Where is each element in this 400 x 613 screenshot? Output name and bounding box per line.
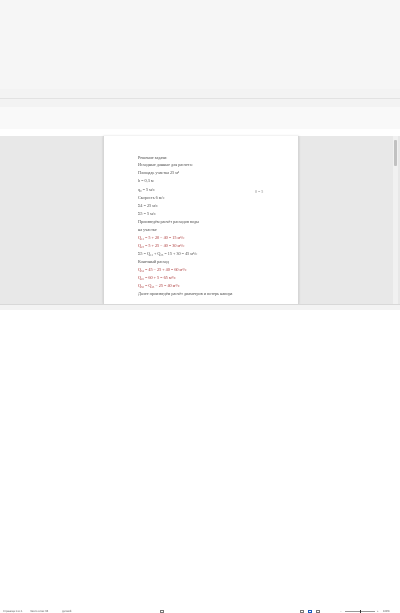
title-bar: Документ1 - Word Поиск Вход ×	[0, 89, 400, 186]
doc-line-8: Σ5 = 5 м/с	[138, 211, 156, 216]
doc-line-7: Σ4 = 25 м/с	[138, 203, 158, 208]
doc-line-10: на участке	[138, 227, 157, 232]
doc-line-13: Σ5 = Q₁₂ + Q₂₃ = 15 + 30 = 45 м³/с	[138, 251, 198, 256]
side-note: 0 = 5	[255, 189, 264, 194]
doc-line-15: Q₃₄ = 45 − 25 + 40 = 60 м³/с	[138, 267, 187, 272]
doc-line-2: Исходные данные для расчета:	[138, 162, 193, 167]
doc-line-9: Произведём расчёт расходов воды	[138, 219, 199, 224]
doc-line-6: Скорость 6 м/с	[138, 195, 165, 200]
doc-line-5: q₀ = 5 м/с	[138, 187, 155, 192]
desktop-top-area	[0, 0, 400, 90]
doc-line-11: Q₁₂ = 5 + 20 − 40 = 15 м³/с	[138, 235, 185, 240]
scrollbar-thumb[interactable]	[394, 140, 397, 166]
doc-line-17: Q₅₆ = Q₄₅ − 25 = 40 м³/с	[138, 283, 180, 288]
doc-line-16: Q₄₅ = 60 + 5 = 65 м³/с	[138, 275, 176, 280]
desktop-bottom-area	[0, 310, 400, 400]
doc-line-14: Конечный расход	[138, 259, 169, 264]
doc-line-1: Решение задачи:	[138, 155, 168, 160]
doc-line-18: Далее произведём расчёт диаметров и поте…	[138, 291, 233, 296]
ribbon-home: Вставить Times New Roman 14 Ж К Ч Обычны…	[0, 107, 400, 234]
doc-line-4: h = 0,3 м	[138, 178, 154, 183]
doc-line-12: Q₂₃ = 5 + 25 − 40 = 30 м³/с	[138, 243, 185, 248]
doc-line-3: Площадь участка 25 м²	[138, 170, 180, 175]
ribbon-tabs: Файл Главная Вставка Рисование Конструкт…	[0, 99, 400, 206]
document-page[interactable]	[103, 136, 299, 304]
